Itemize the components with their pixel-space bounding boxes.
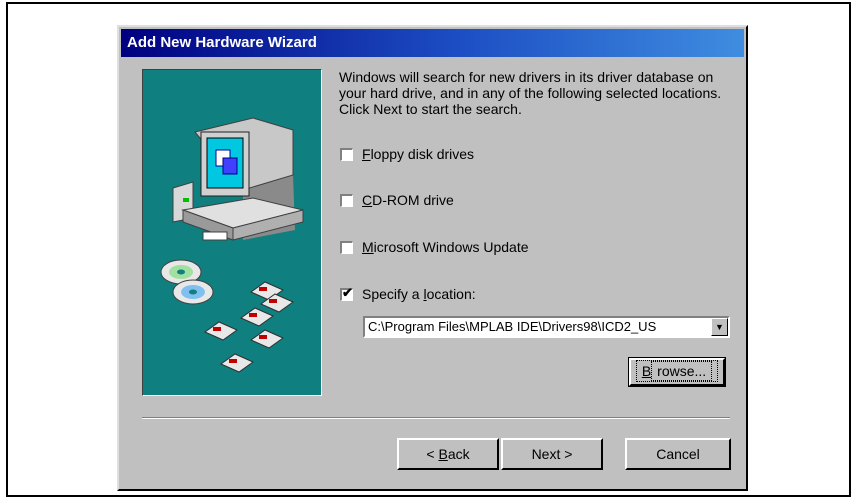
floppy-disk-icon: [203, 281, 295, 373]
dropdown-arrow-icon[interactable]: ▼: [711, 318, 728, 336]
next-button[interactable]: Next >: [501, 438, 603, 470]
checkbox-label: Microsoft Windows Update: [362, 239, 529, 255]
cd-icon: [160, 259, 214, 305]
checkbox-label: Floppy disk drives: [362, 146, 475, 162]
wizard-illustration: [142, 69, 322, 396]
separator-line: [142, 417, 730, 419]
back-button[interactable]: < Back: [397, 438, 499, 470]
cd-rom-drive-checkbox[interactable]: CD-ROM drive: [340, 190, 454, 210]
floppy-disk-drives-checkbox[interactable]: Floppy disk drives: [340, 144, 474, 164]
checkmark-icon: ✔: [342, 284, 353, 300]
specify-location-checkbox[interactable]: ✔ Specify a location:: [340, 284, 476, 304]
window-title: Add New Hardware Wizard: [127, 34, 317, 51]
location-input[interactable]: C:\Program Files\MPLAB IDE\Drivers98\ICD…: [368, 318, 708, 336]
title-bar[interactable]: Add New Hardware Wizard: [121, 29, 744, 57]
checkbox-label: CD-ROM drive: [362, 192, 454, 208]
next-button-label: Next >: [531, 446, 573, 462]
computer-icon: [172, 117, 304, 241]
checkbox-box[interactable]: [340, 240, 353, 254]
wizard-dialog: Add New Hardware Wizard Windows will sea…: [117, 25, 748, 491]
checkbox-box[interactable]: ✔: [340, 284, 353, 301]
browse-button-label: Browse...: [635, 360, 719, 382]
instructions-text: Windows will search for new drivers in i…: [339, 69, 722, 117]
browse-button[interactable]: Browse...: [628, 357, 726, 387]
location-combobox[interactable]: C:\Program Files\MPLAB IDE\Drivers98\ICD…: [363, 316, 730, 338]
back-button-label: < Back: [426, 446, 470, 462]
checkbox-label: Specify a location:: [362, 286, 476, 302]
cancel-button[interactable]: Cancel: [625, 438, 731, 470]
cancel-button-label: Cancel: [656, 446, 700, 462]
checkbox-box[interactable]: [340, 147, 353, 161]
microsoft-windows-update-checkbox[interactable]: Microsoft Windows Update: [340, 237, 529, 257]
checkbox-box[interactable]: [340, 193, 353, 207]
